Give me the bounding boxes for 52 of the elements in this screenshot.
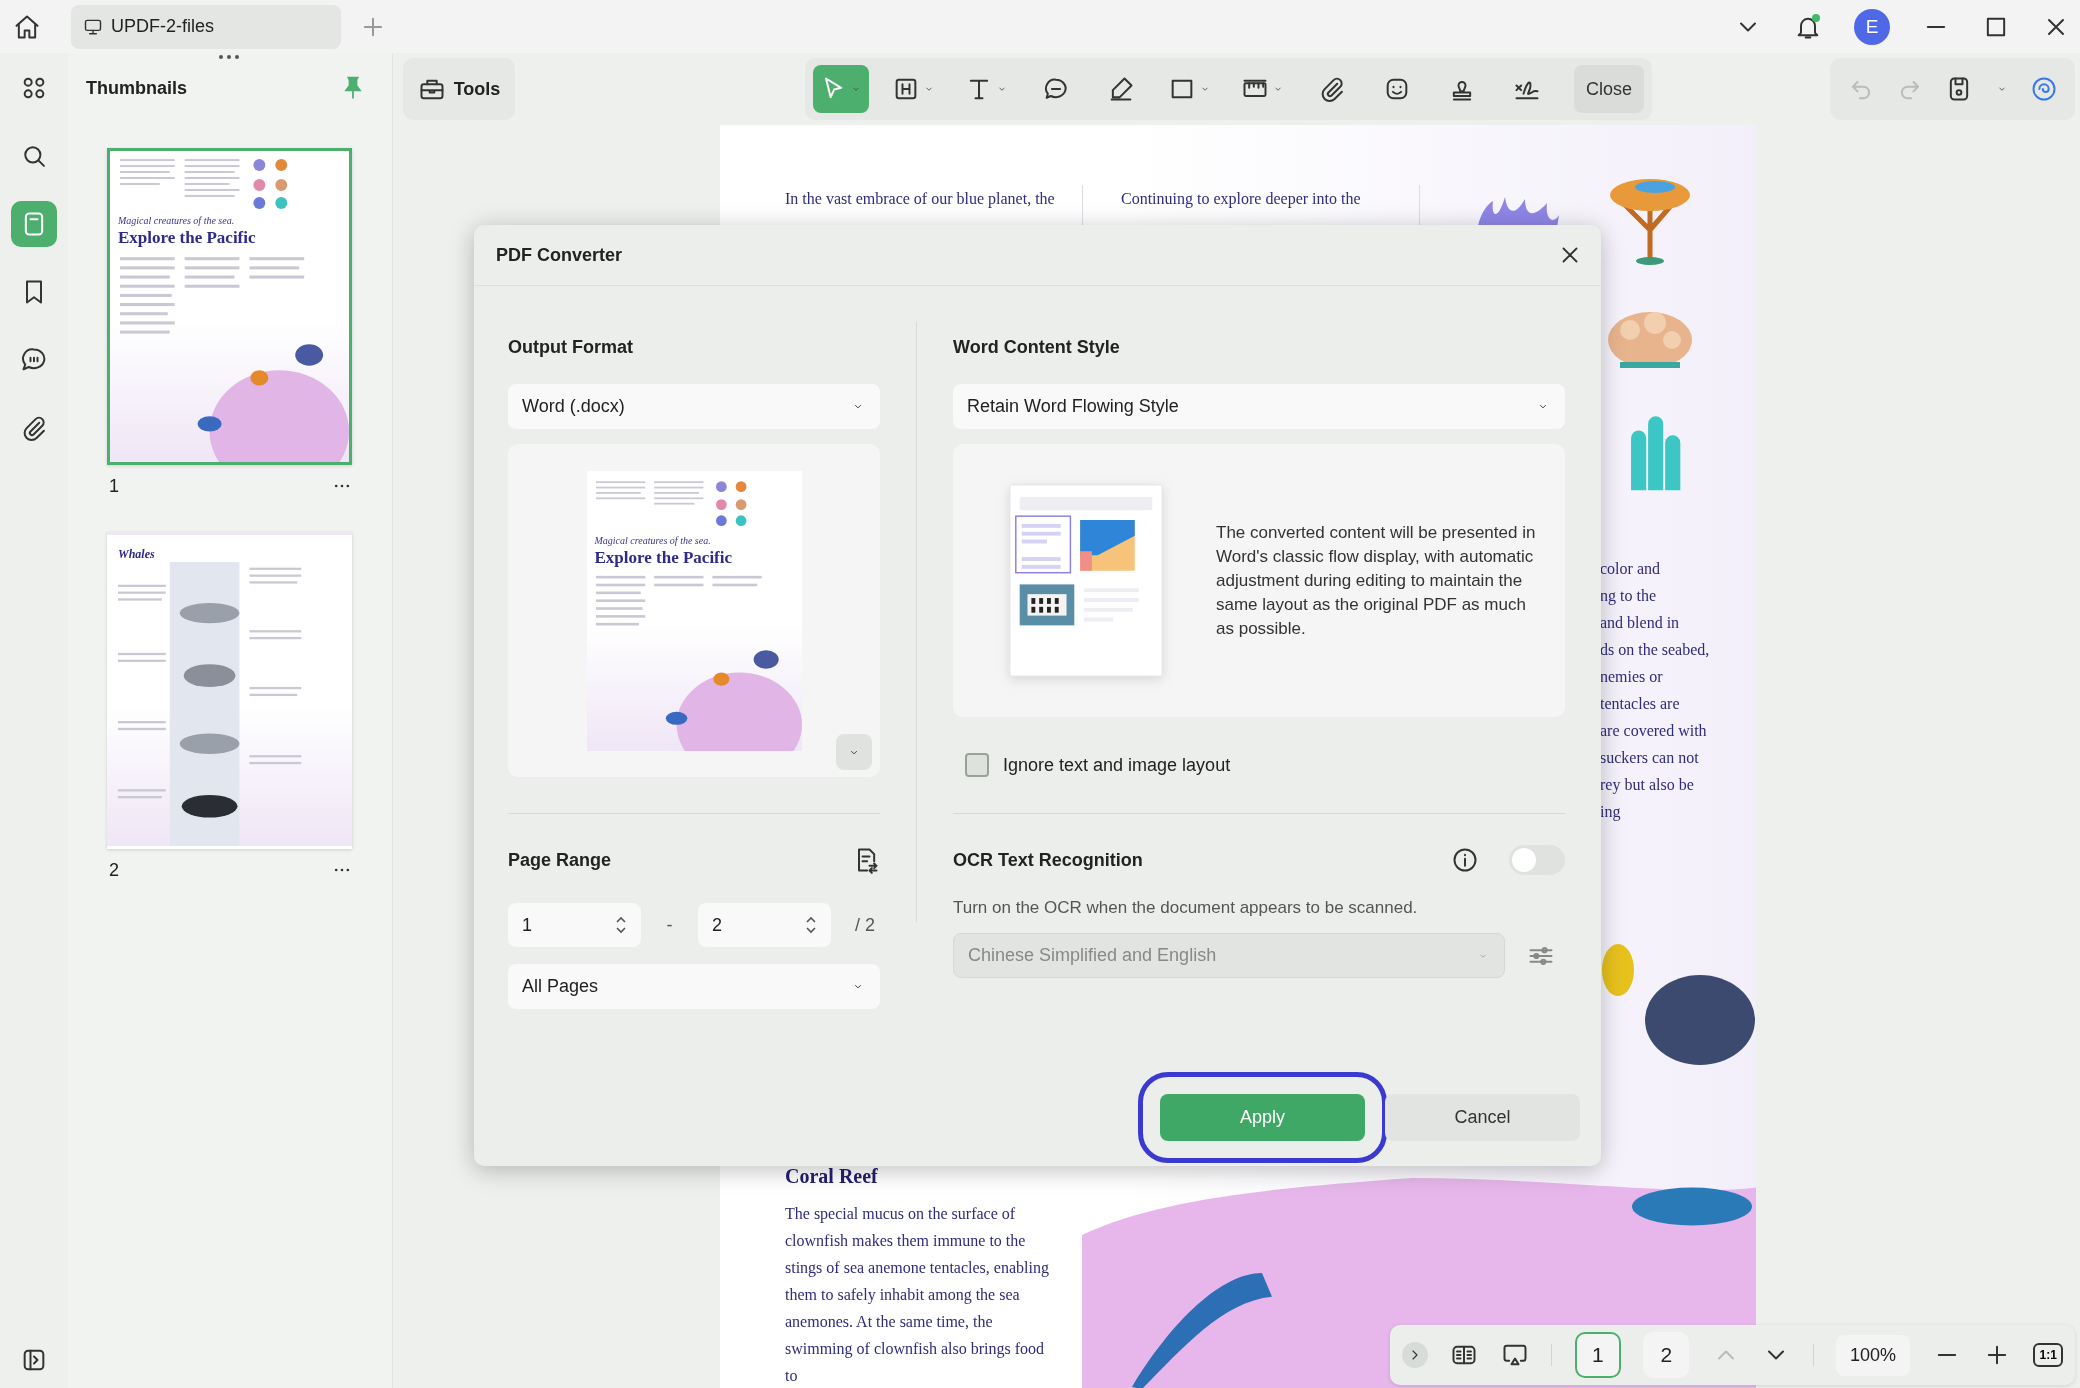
style-dropdown[interactable]: Retain Word Flowing Style (953, 384, 1565, 429)
section-label: OCR Text Recognition (953, 849, 1143, 872)
page-thumbnail[interactable]: Magical creatures of the sea. Explore the Pacific (107, 148, 352, 465)
range-separator: - (665, 914, 674, 936)
info-icon[interactable] (1451, 846, 1479, 874)
preview-heading: Explore the Pacific (594, 547, 733, 568)
text-line: and blend in (1600, 613, 1681, 633)
paragraph-text: Continuing to explore deeper into the (1121, 189, 1362, 210)
page-number: 2 (109, 859, 119, 881)
cancel-button[interactable]: Cancel (1385, 1094, 1580, 1141)
text-line: nemies or (1600, 667, 1664, 687)
hint-text: Turn on the OCR when the document appears to be scanned. (953, 898, 1419, 918)
checkbox-label: Ignore text and image layout (1003, 754, 1231, 776)
thumbnail-subtitle: Magical creatures of the sea. (118, 215, 235, 226)
start-page-field[interactable]: 1 (508, 903, 641, 947)
page-thumbnail[interactable]: Whales (107, 532, 352, 849)
section-label: Output Format (508, 336, 634, 359)
page-preset-dropdown[interactable]: All Pages (508, 964, 880, 1009)
page-button[interactable]: 2 (1643, 1332, 1690, 1378)
actual-size-button[interactable]: 1:1 (2033, 1343, 2063, 1367)
text-line: are covered with (1600, 721, 1708, 741)
tools-button[interactable]: Tools (403, 58, 515, 120)
text-line: tentacles are (1600, 694, 1681, 714)
panel-title: Thumbnails (86, 77, 187, 99)
preview-subtitle: Magical creatures of the sea. (594, 534, 711, 546)
paragraph-text: In the vast embrace of our blue planet, the (785, 189, 1056, 210)
dialog-title: PDF Converter (496, 244, 623, 266)
format-dropdown[interactable]: Word (.docx) (508, 384, 880, 429)
zoom-level[interactable]: 100% (1836, 1334, 1911, 1376)
end-page-field[interactable]: 2 (698, 903, 831, 947)
close-button[interactable]: Close (1574, 65, 1645, 113)
section-heading: Coral Reef (785, 1165, 879, 1188)
document-tab[interactable]: UPDF-2-files (71, 4, 341, 49)
text-line: color and (1600, 559, 1661, 579)
text-line: ng to the (1600, 586, 1657, 607)
thumbnail-heading: Whales (118, 547, 155, 562)
section-label: Page Range (508, 849, 612, 872)
description-text: The converted content will be presented in Word's classic flow display, with automatic adjustment during editing to maintain the same layout as the original PDF as much as possible. (1216, 521, 1537, 640)
text-line: rey but also be (1600, 775, 1695, 796)
user-avatar[interactable]: E (1854, 8, 1890, 45)
text-line: ing (1600, 802, 1622, 823)
document-tab-title: UPDF-2-files (111, 16, 214, 37)
page-number: 1 (109, 475, 119, 497)
page-button[interactable]: 1 (1574, 1332, 1621, 1378)
section-label: Word Content Style (953, 336, 1121, 359)
page-total: / 2 (855, 914, 875, 936)
thumbnail-heading: Explore the Pacific (118, 228, 256, 248)
text-line: suckers can not (1600, 748, 1700, 768)
checkbox[interactable] (965, 753, 989, 777)
drag-handle-icon[interactable] (216, 53, 242, 61)
paragraph-text: The special mucus on the surface of clownfish makes them immune to the stings of sea anemone tentacles, enabling them to safely inhabit among the sea anemones. At the same time, the swimming of clownfish also brings food to (785, 1204, 1050, 1386)
text-line: ds on the seabed, (1600, 640, 1711, 660)
